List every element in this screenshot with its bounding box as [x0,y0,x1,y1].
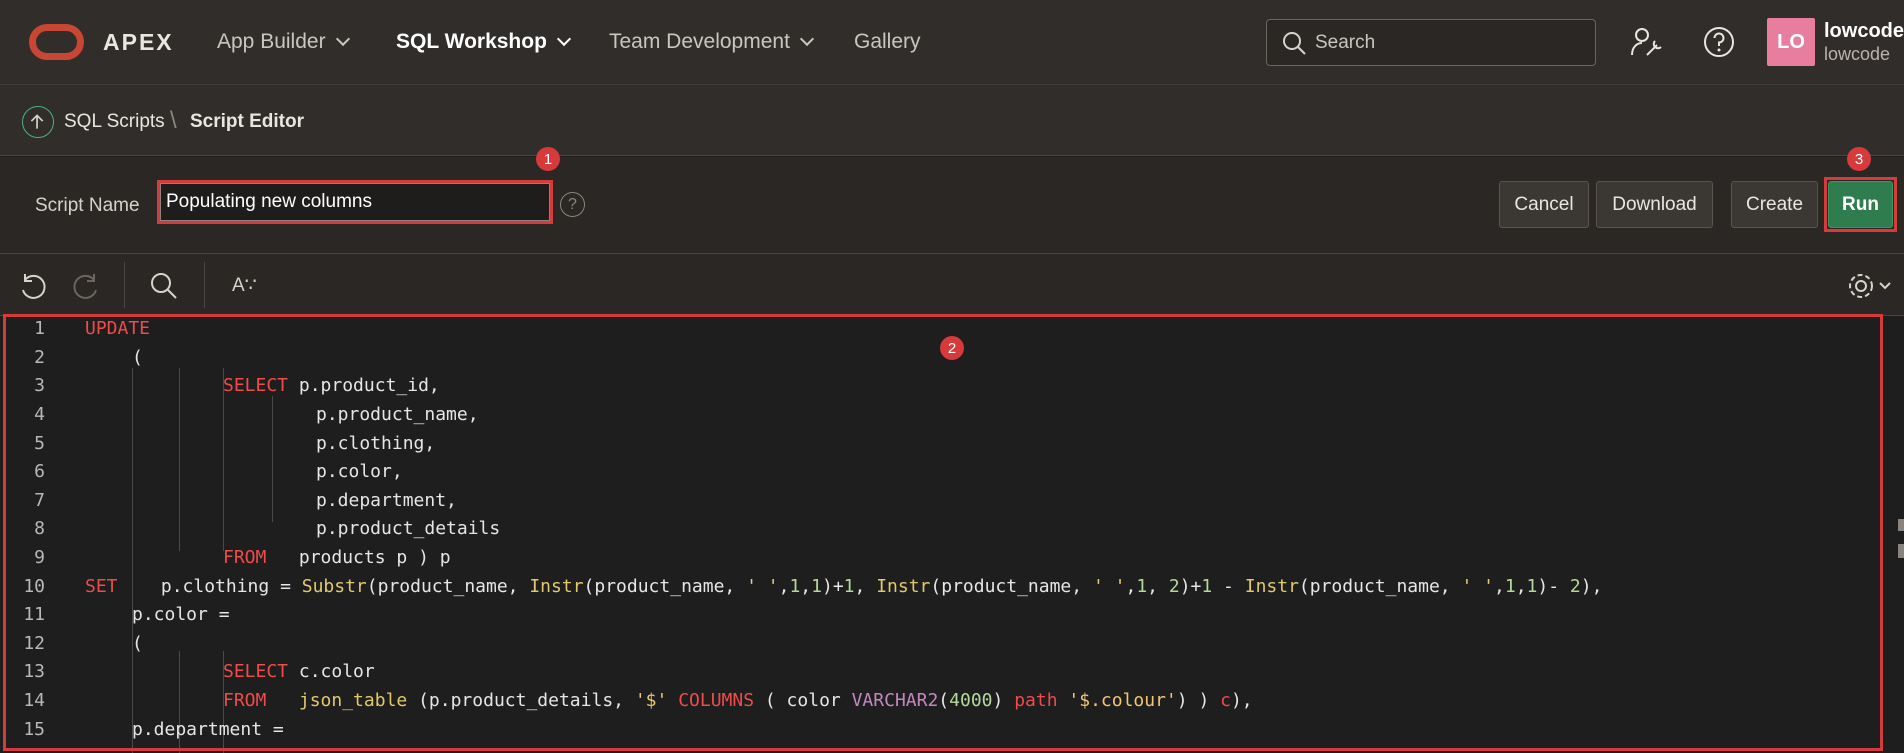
cancel-button[interactable]: Cancel [1499,181,1589,228]
breadcrumb-sql-scripts[interactable]: SQL Scripts [64,111,165,133]
nav-team-development[interactable]: Team Development [609,30,814,54]
code-line: 15 p.department = [23,719,284,740]
code-line: 10 SET p.clothing = Substr(product_name, … [23,576,1603,597]
download-button[interactable]: Download [1596,181,1713,228]
run-button[interactable]: Run [1828,181,1893,228]
script-name-bar: Script Name ? Cancel Download Create Run [0,157,1904,254]
code-line: 7 p.department, [34,490,457,511]
undo-icon[interactable] [17,270,49,302]
help-icon[interactable] [1702,25,1736,59]
chevron-down-icon [335,31,350,47]
user-workspace[interactable]: lowcode [1824,44,1890,65]
help-icon[interactable]: ? [560,192,585,217]
code-editor[interactable]: 1 UPDATE 2( 3 SELECT p.product_id, 4 p.prod… [0,316,1904,753]
top-navigation-bar: APEX App Builder SQL Workshop Team Devel… [0,0,1904,84]
code-line: 8 p.product_details [34,518,501,539]
code-line: 9 FROM products p ) p [34,547,451,568]
breadcrumb-current: Script Editor [190,111,305,132]
nav-app-builder[interactable]: App Builder [217,30,350,54]
redo-icon[interactable] [70,270,102,302]
up-arrow-icon[interactable] [22,106,54,138]
nav-app-builder-label: App Builder [217,30,326,53]
callout-marker-3: 3 [1847,147,1871,171]
user-name[interactable]: lowcode [1824,20,1904,43]
code-line: 14 FROM json_table (p.product_details, '$… [23,690,1253,711]
search-icon [1283,31,1306,55]
code-line: 5 p.clothing, [34,433,436,454]
callout-marker-1: 1 [536,147,560,171]
scrollbar-marker[interactable] [1898,519,1904,531]
code-line: 11 p.color = [23,604,230,625]
code-line: 3 SELECT p.product_id, [34,375,440,396]
chevron-down-icon [556,31,571,47]
font-size-button[interactable]: A∵ [232,274,257,297]
code-line: 12( [23,633,143,654]
code-line: 4 p.product_name, [34,404,479,425]
code-line: 6 p.color, [34,461,403,482]
code-line: 13 SELECT c.color [23,661,375,682]
callout-marker-2: 2 [940,336,964,360]
script-name-label: Script Name [35,195,140,216]
app-brand[interactable]: APEX [103,29,174,56]
administration-wrench-icon[interactable] [1629,25,1663,59]
avatar[interactable]: LO [1767,18,1815,66]
create-button[interactable]: Create [1731,181,1818,228]
nav-team-development-label: Team Development [609,30,790,53]
nav-gallery-label: Gallery [854,30,921,53]
scrollbar-marker[interactable] [1898,552,1904,558]
nav-sql-workshop-label: SQL Workshop [396,30,547,53]
toolbar-divider [124,262,125,308]
script-name-input[interactable] [160,183,550,221]
find-icon[interactable] [148,270,180,302]
chevron-down-icon [799,31,814,47]
editor-toolbar: A∵ [0,254,1904,316]
breadcrumb-separator: \ [170,107,177,134]
breadcrumb: SQL Scripts \ Script Editor [0,84,1904,156]
oracle-logo-icon[interactable] [29,24,84,60]
search-input[interactable] [1315,31,1585,54]
nav-gallery[interactable]: Gallery [854,30,921,54]
settings-gear-icon[interactable] [1846,270,1892,302]
nav-sql-workshop[interactable]: SQL Workshop [396,30,571,54]
toolbar-divider [204,262,205,308]
search-box[interactable] [1266,19,1596,66]
